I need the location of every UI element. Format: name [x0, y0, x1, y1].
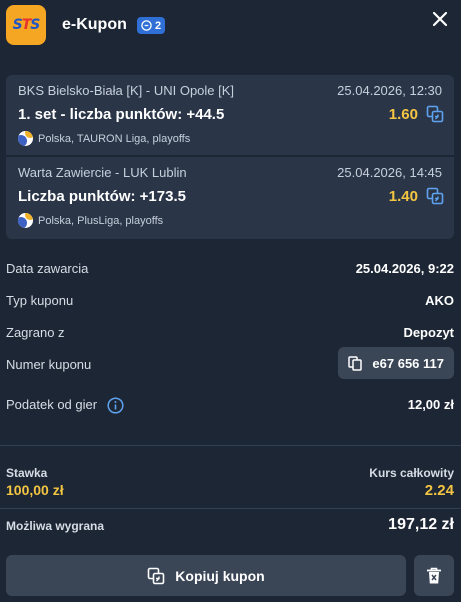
- bet-list: BKS Bielsko-Biała [K] - UNI Opole [K] 25…: [6, 75, 454, 239]
- divider: [0, 445, 461, 446]
- bet-odds: 1.40: [388, 188, 418, 205]
- stake-label: Stawka: [6, 466, 48, 480]
- potential-win-label: Możliwa wygrana: [6, 519, 105, 533]
- bet-count: 2: [155, 19, 162, 32]
- divider: [0, 508, 461, 509]
- potential-win-value: 197,12 zł: [388, 516, 454, 533]
- volleyball-icon: [18, 213, 33, 228]
- detail-row-number: Numer kuponu e67 656 117: [6, 347, 454, 379]
- copy-coupon-icon: [147, 567, 165, 584]
- bet-item[interactable]: BKS Bielsko-Biała [K] - UNI Opole [K] 25…: [6, 75, 454, 155]
- swap-odds-icon[interactable]: [426, 187, 444, 205]
- page-title: e-Kupon: [62, 16, 127, 33]
- detail-label: Podatek od gier: [6, 397, 98, 412]
- stake-value: 100,00 zł: [6, 482, 64, 498]
- detail-row-type: Typ kuponu AKO: [6, 293, 454, 308]
- detail-row-played: Zagrano z Depozyt: [6, 325, 454, 340]
- copy-icon: [348, 355, 363, 371]
- trash-icon: [427, 567, 441, 583]
- bet-match: BKS Bielsko-Biała [K] - UNI Opole [K]: [18, 83, 235, 98]
- detail-label: Numer kuponu: [6, 357, 92, 372]
- detail-value: Depozyt: [403, 325, 454, 340]
- bet-market: 1. set - liczba punktów: +44.5: [18, 106, 225, 123]
- detail-row-date: Data zawarcia 25.04.2026, 9:22: [6, 261, 454, 276]
- copy-coupon-number-button[interactable]: e67 656 117: [338, 347, 454, 379]
- total-odds-value: 2.24: [424, 482, 454, 499]
- bet-date: 25.04.2026, 12:30: [337, 83, 442, 98]
- info-icon[interactable]: [107, 397, 124, 414]
- total-odds-label: Kurs całkowity: [369, 466, 454, 480]
- bet-count-badge: 2: [137, 17, 166, 34]
- bet-item[interactable]: Warta Zawiercie - LUK Lublin 25.04.2026,…: [6, 157, 454, 239]
- detail-label: Typ kuponu: [6, 293, 74, 308]
- bet-league: Polska, TAURON Liga, playoffs: [38, 132, 191, 145]
- delete-button[interactable]: [414, 555, 454, 596]
- detail-label: Zagrano z: [6, 325, 65, 340]
- detail-value: AKO: [425, 293, 454, 308]
- close-button[interactable]: [429, 8, 451, 30]
- bet-market: Liczba punktów: +173.5: [18, 188, 186, 205]
- ticket-icon: [141, 20, 152, 31]
- coupon-number: e67 656 117: [372, 355, 444, 371]
- copy-coupon-button[interactable]: Kopiuj kupon: [6, 555, 406, 596]
- bet-match: Warta Zawiercie - LUK Lublin: [18, 165, 187, 180]
- copy-coupon-label: Kopiuj kupon: [175, 567, 265, 584]
- detail-value: 12,00 zł: [407, 397, 454, 412]
- detail-label: Data zawarcia: [6, 261, 89, 276]
- detail-row-tax: Podatek od gier 12,00 zł: [6, 397, 454, 414]
- sts-logo: STS: [6, 5, 46, 45]
- bet-odds: 1.60: [388, 106, 418, 123]
- detail-value: 25.04.2026, 9:22: [355, 261, 454, 276]
- bet-league: Polska, PlusLiga, playoffs: [38, 214, 164, 227]
- bet-league-row: Polska, TAURON Liga, playoffs: [18, 131, 190, 146]
- swap-odds-icon[interactable]: [426, 105, 444, 123]
- volleyball-icon: [18, 131, 33, 146]
- bet-league-row: Polska, PlusLiga, playoffs: [18, 213, 163, 228]
- sts-logo-text: STS: [12, 17, 41, 33]
- header: STS e-Kupon 2: [0, 0, 461, 56]
- close-icon: [432, 11, 448, 27]
- bet-date: 25.04.2026, 14:45: [337, 165, 442, 180]
